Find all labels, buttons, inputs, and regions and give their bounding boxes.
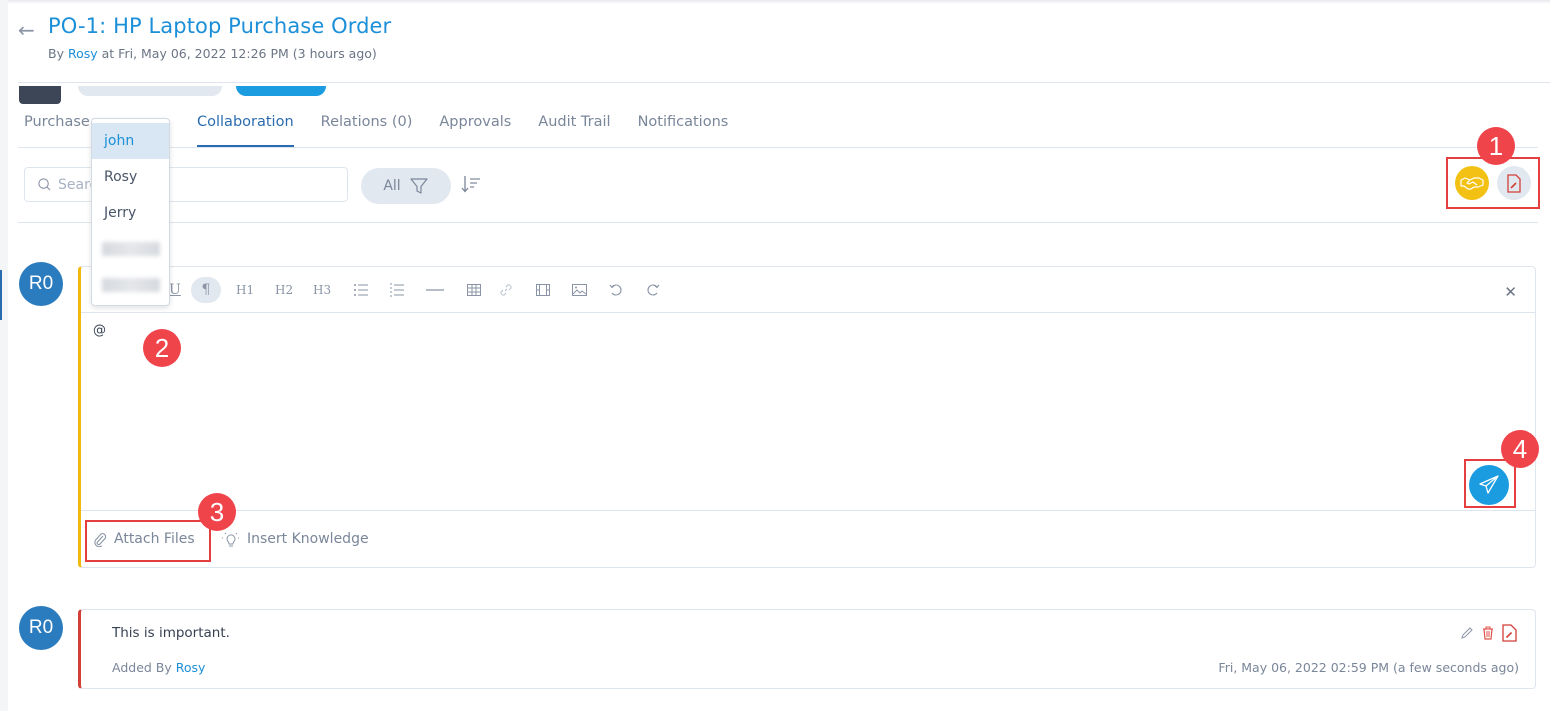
left-sidebar: [0, 0, 8, 711]
mention-option-blurred-1[interactable]: [92, 231, 169, 267]
editor-footer: Attach Files Insert Knowledge: [81, 510, 1535, 567]
funnel-icon: [410, 178, 428, 194]
annotation-badge-2: 2: [143, 329, 181, 367]
annotation-badge-1: 1: [1477, 127, 1515, 165]
editor-content[interactable]: @: [93, 323, 106, 338]
note-avatar: R0: [19, 606, 63, 650]
insert-knowledge-button[interactable]: Insert Knowledge: [222, 531, 369, 547]
pdf-export-icon[interactable]: [1502, 624, 1517, 642]
video-button[interactable]: [536, 279, 550, 301]
numbered-list-icon: [390, 283, 404, 297]
delete-trash-icon[interactable]: [1482, 626, 1494, 640]
tab-audit-trail[interactable]: Audit Trail: [538, 114, 610, 148]
note-card: This is important. Added By Rosy Fri, Ma…: [78, 609, 1536, 689]
image-icon: [572, 284, 587, 296]
mention-dropdown: john Rosy Jerry: [91, 118, 170, 306]
search-icon: [38, 178, 51, 191]
undo-icon: [609, 284, 622, 296]
numbered-list-button[interactable]: [389, 279, 405, 301]
link-icon: [500, 284, 512, 296]
mention-option-jerry[interactable]: Jerry: [92, 195, 169, 231]
insert-knowledge-label: Insert Knowledge: [247, 531, 369, 547]
undo-button[interactable]: [609, 279, 623, 301]
image-button[interactable]: [572, 279, 587, 301]
redo-icon: [647, 284, 660, 296]
blurred-name: [102, 242, 160, 256]
tab-notifications[interactable]: Notifications: [638, 114, 729, 148]
horizontal-rule-icon: [426, 289, 444, 291]
bullet-list-button[interactable]: [353, 279, 369, 301]
link-button[interactable]: [499, 279, 513, 301]
video-icon: [536, 284, 550, 296]
mention-option-rosy[interactable]: Rosy: [92, 159, 169, 195]
mention-option-john[interactable]: john: [92, 123, 169, 159]
comment-editor: U ¶ H1 H2 H3 ✕ @ Attach Files Insert Kno…: [78, 266, 1536, 568]
horizontal-rule-button[interactable]: [426, 279, 444, 301]
blurred-name: [102, 278, 160, 292]
lightbulb-icon: [222, 532, 240, 547]
avatar: R0: [19, 262, 63, 306]
edit-pencil-icon[interactable]: [1460, 626, 1474, 640]
created-at: at Fri, May 06, 2022 12:26 PM (3 hours a…: [101, 46, 377, 61]
header-action-button[interactable]: [19, 86, 61, 104]
sidebar-active-indicator: [0, 270, 2, 320]
added-by-prefix: Added By: [112, 660, 172, 675]
annotation-badge-4: 4: [1501, 430, 1539, 468]
header-divider: [18, 82, 1550, 83]
close-editor-icon[interactable]: ✕: [1504, 283, 1517, 301]
tab-approvals[interactable]: Approvals: [439, 114, 511, 148]
added-by-user-link[interactable]: Rosy: [176, 660, 206, 675]
editor-toolbar: U ¶ H1 H2 H3 ✕: [81, 267, 1535, 313]
heading3-button[interactable]: H3: [313, 279, 331, 301]
note-text: This is important.: [112, 625, 230, 641]
table-button[interactable]: [467, 279, 481, 301]
annotation-box-3: [85, 520, 211, 562]
heading1-button[interactable]: H1: [236, 279, 254, 301]
paragraph-button[interactable]: ¶: [191, 277, 221, 303]
note-actions: [1460, 624, 1517, 642]
byline-prefix: By: [48, 46, 64, 61]
tab-relations[interactable]: Relations (0): [321, 114, 413, 148]
filter-label: All: [383, 178, 401, 194]
underline-button[interactable]: U: [169, 279, 181, 301]
tab-collaboration[interactable]: Collaboration: [197, 114, 294, 148]
mention-option-blurred-2[interactable]: [92, 267, 169, 303]
header-status-dropdown[interactable]: [78, 86, 222, 96]
header-primary-button[interactable]: [236, 86, 326, 96]
bullet-list-icon: [354, 284, 368, 296]
sort-icon[interactable]: [460, 174, 482, 194]
tab-divider: [18, 147, 1538, 148]
search-input[interactable]: Search: [24, 167, 348, 202]
top-shadow: [0, 0, 1550, 4]
filter-button[interactable]: All: [361, 168, 451, 204]
table-icon: [467, 284, 481, 296]
page-title: PO-1: HP Laptop Purchase Order: [48, 14, 392, 38]
heading2-button[interactable]: H2: [275, 279, 293, 301]
search-divider: [18, 222, 1538, 223]
redo-button[interactable]: [646, 279, 660, 301]
note-added-by: Added By Rosy: [112, 660, 205, 675]
byline: By Rosy at Fri, May 06, 2022 12:26 PM (3…: [48, 46, 377, 61]
annotation-badge-3: 3: [198, 493, 236, 531]
back-arrow-icon[interactable]: ←: [18, 18, 35, 42]
annotation-box-4: [1464, 459, 1516, 508]
author-link[interactable]: Rosy: [68, 46, 98, 61]
note-timestamp: Fri, May 06, 2022 02:59 PM (a few second…: [1218, 660, 1519, 675]
